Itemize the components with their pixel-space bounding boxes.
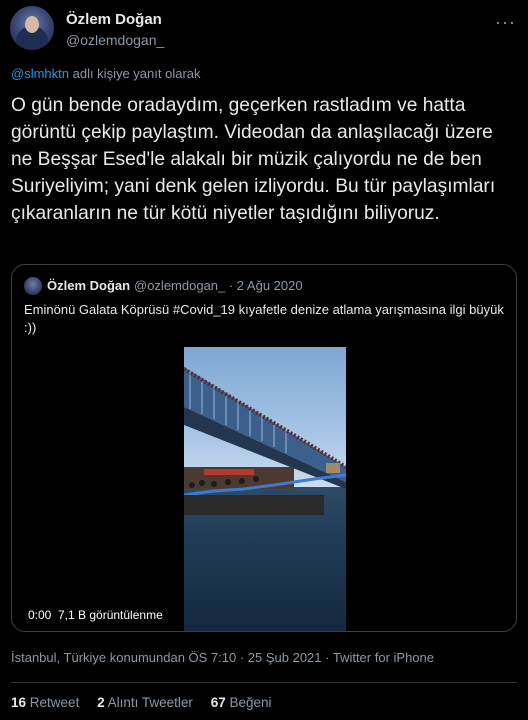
video-thumbnail <box>184 347 346 631</box>
divider <box>11 682 517 683</box>
likes-count: 67 <box>210 695 226 710</box>
author-handle[interactable]: @ozlemdogan_ <box>66 32 164 48</box>
bridge-graphic <box>184 367 346 515</box>
tweet-meta: İstanbul, Türkiye konumundan ÖS 7:10 · 2… <box>11 650 434 665</box>
reply-mention-link[interactable]: @slmhktn <box>11 66 69 81</box>
retweets-label: Retweet <box>29 695 80 710</box>
reply-context: @slmhktn adlı kişiye yanıt olarak <box>11 66 201 81</box>
quoted-author-name: Özlem Doğan <box>47 278 131 293</box>
likes-label: Beğeni <box>229 695 272 710</box>
quoted-tweet[interactable]: Özlem Doğan @ozlemdogan_ · 2 Ağu 2020 Em… <box>11 264 517 632</box>
quoted-author-avatar <box>24 277 42 295</box>
tweet-stats: 16 Retweet 2 Alıntı Tweetler 67 Beğeni <box>11 695 286 710</box>
tweet-text: O gün bende oradaydım, geçerken rastladı… <box>11 95 496 224</box>
likes-stat[interactable]: 67 Beğeni <box>211 695 272 710</box>
video-time: 0:00 <box>28 608 52 622</box>
quoted-text: Eminönü Galata Köprüsü #Covid_19 kıyafet… <box>24 302 504 335</box>
avatar-face <box>25 16 39 33</box>
video-player[interactable]: 0:00 7,1 B görüntülenme <box>12 341 516 631</box>
video-views: 7,1 B görüntülenme <box>58 608 163 622</box>
tweet-header: Özlem Doğan @ozlemdogan_ ··· <box>10 6 518 54</box>
retweets-stat[interactable]: 16 Retweet <box>11 695 79 710</box>
reply-suffix: adlı kişiye yanıt olarak <box>69 66 201 81</box>
retweets-count: 16 <box>11 695 27 710</box>
author-name[interactable]: Özlem Doğan <box>66 11 162 28</box>
quotes-label: Alıntı Tweetler <box>107 695 193 710</box>
quoted-handle-date: @ozlemdogan_ · 2 Ağu 2020 <box>134 278 303 293</box>
author-avatar[interactable] <box>10 6 54 50</box>
quotes-count: 2 <box>97 695 105 710</box>
quotes-stat[interactable]: 2 Alıntı Tweetler <box>97 695 193 710</box>
more-options-icon[interactable]: ··· <box>495 12 516 33</box>
